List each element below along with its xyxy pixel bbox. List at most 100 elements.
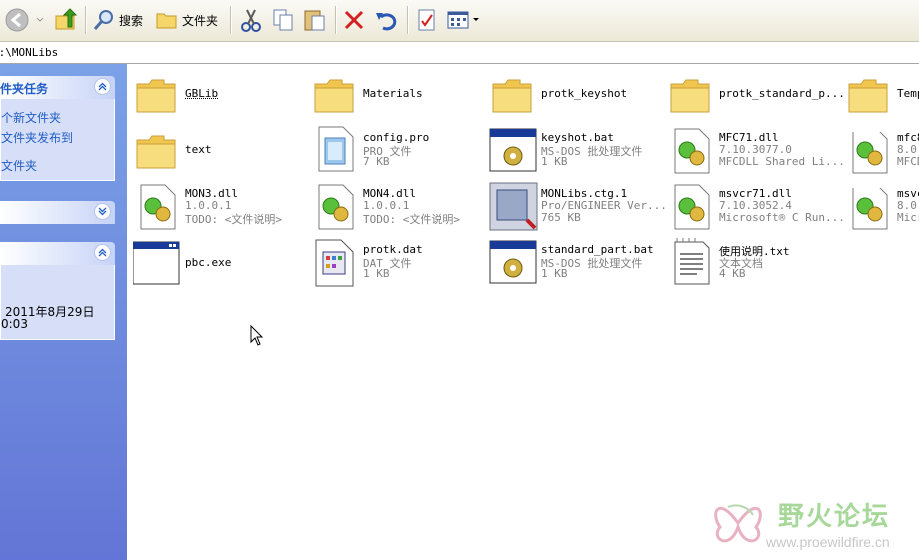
other-places-header[interactable]	[0, 201, 115, 224]
task-new-folder[interactable]: 个新文件夹	[1, 109, 61, 126]
batch-file-icon	[489, 240, 537, 284]
folder-icon	[314, 79, 354, 113]
watermark-url: www.proewildfire.cn	[766, 534, 890, 550]
search-button[interactable]: 搜索	[92, 4, 143, 36]
delete-button[interactable]	[342, 4, 366, 36]
dat-file-icon	[315, 239, 354, 287]
details-body: 2011年8月29日 0:03	[0, 265, 115, 340]
search-label: 搜索	[119, 13, 144, 28]
file-name: text	[185, 143, 212, 156]
up-folder-button[interactable]	[53, 4, 79, 36]
folder-up-icon	[55, 8, 78, 30]
batch-file-icon	[489, 128, 537, 172]
file-name: protk_keyshot	[541, 87, 628, 100]
dll-file-icon	[852, 188, 888, 230]
file-item[interactable]: config.pro PRO 文件 7 KB	[311, 126, 489, 182]
undo-button[interactable]	[373, 4, 399, 36]
toolbar-separator	[85, 6, 87, 34]
file-item[interactable]: MFC71.dll 7.10.3077.0 MFCDLL Shared Li..…	[667, 128, 845, 182]
file-item[interactable]: msvc 8.0. Micr	[845, 188, 919, 238]
details-header[interactable]	[0, 242, 115, 265]
folder-item[interactable]: Temp	[845, 70, 919, 120]
paste-icon	[304, 10, 325, 31]
views-grid-icon	[447, 11, 469, 29]
folder-icon	[492, 79, 532, 113]
folder-item[interactable]: protk_keyshot	[489, 70, 667, 120]
file-size: 1 KB	[541, 155, 568, 168]
file-item[interactable]: msvcr71.dll 7.10.3052.4 Microsoft® C Run…	[667, 184, 845, 238]
toolbar-separator	[230, 6, 232, 34]
proe-catalog-file-icon	[489, 182, 538, 231]
config-file-icon	[318, 126, 354, 172]
mouse-cursor-icon	[250, 325, 264, 346]
dll-file-icon	[318, 184, 354, 230]
chevron-down-icon	[36, 17, 44, 22]
file-item[interactable]: MON4.dll 1.0.0.1 TODO: <文件说明>	[311, 184, 489, 238]
toolbar-separator	[335, 6, 337, 34]
task-pane: 件夹任务 个新文件夹 文件夹发布到 文件夹 2011年8月29日 0:03	[0, 64, 127, 560]
file-description: TODO: <文件说明>	[185, 213, 282, 226]
task-publish-folder[interactable]: 文件夹发布到	[1, 129, 73, 146]
file-item[interactable]: 使用说明.txt 文本文档 4 KB	[667, 238, 845, 294]
back-arrow-icon	[5, 8, 29, 32]
expand-chevron-icon[interactable]	[94, 203, 111, 220]
file-size: 1 KB	[363, 267, 390, 280]
folder-item[interactable]: protk_standard_p...	[667, 70, 845, 120]
file-item[interactable]: mfc8 8.0. MFCD	[845, 132, 919, 182]
file-item[interactable]: standard_part.bat MS-DOS 批处理文件 1 KB	[489, 240, 667, 294]
copy-icon	[273, 9, 293, 31]
file-name: Materials	[363, 87, 423, 100]
file-size: 4 KB	[719, 267, 746, 280]
back-button[interactable]	[4, 4, 44, 36]
file-item[interactable]: pbc.exe	[133, 240, 311, 290]
folders-icon	[156, 13, 177, 29]
collapse-chevron-icon[interactable]	[94, 244, 111, 261]
file-name: Temp	[897, 87, 919, 100]
file-item[interactable]: keyshot.bat MS-DOS 批处理文件 1 KB	[489, 128, 667, 182]
file-name: protk_standard_p...	[719, 87, 845, 100]
file-item[interactable]: MON3.dll 1.0.0.1 TODO: <文件说明>	[133, 184, 311, 238]
properties-button[interactable]	[415, 4, 439, 36]
chevron-down-icon	[473, 18, 479, 21]
folder-tasks-body: 个新文件夹 文件夹发布到 文件夹	[0, 99, 115, 181]
dll-file-icon	[674, 184, 710, 230]
file-description: Micr	[897, 211, 919, 224]
file-item[interactable]: protk.dat DAT 文件 1 KB	[311, 239, 489, 294]
folder-tasks-header[interactable]: 件夹任务	[0, 76, 115, 99]
address-bar[interactable]: C:\MONLibs	[0, 42, 919, 64]
watermark: 野火论坛 www.proewildfire.cn	[708, 493, 919, 553]
file-name: GBLib	[185, 87, 219, 100]
file-item[interactable]: MONLibs.ctg.1 Pro/ENGINEER Ver... 765 KB	[489, 182, 667, 238]
folders-label: 文件夹	[182, 13, 219, 28]
delete-x-icon	[344, 10, 364, 30]
file-size: 7 KB	[363, 155, 390, 168]
toolbar-separator	[407, 6, 409, 34]
search-icon	[93, 10, 113, 30]
address-path: C:\MONLibs	[0, 46, 59, 59]
cut-button[interactable]	[238, 4, 264, 36]
file-size: 765 KB	[541, 211, 581, 224]
file-size: 1 KB	[541, 267, 568, 280]
toolbar: 搜索 文件夹	[0, 0, 919, 42]
properties-icon	[418, 9, 435, 31]
butterfly-logo-icon	[714, 504, 762, 543]
paste-button[interactable]	[302, 4, 328, 36]
dll-file-icon	[674, 128, 710, 174]
dll-file-icon	[852, 132, 888, 174]
views-button[interactable]	[446, 4, 480, 36]
folder-item[interactable]: GBLib	[133, 70, 311, 120]
folders-button[interactable]: 文件夹	[155, 4, 218, 36]
file-description: TODO: <文件说明>	[363, 213, 460, 226]
text-file-icon	[674, 238, 710, 285]
folder-item[interactable]: text	[133, 126, 311, 176]
collapse-chevron-icon[interactable]	[94, 78, 111, 95]
undo-icon	[376, 13, 397, 31]
exe-window-icon	[133, 241, 180, 285]
file-description: MFCDLL Shared Li...	[719, 155, 845, 168]
dll-file-icon	[140, 184, 176, 230]
task-share-folder[interactable]: 文件夹	[1, 157, 37, 174]
folder-item[interactable]: Materials	[311, 70, 489, 120]
copy-button[interactable]	[270, 4, 296, 36]
folder-icon	[136, 135, 176, 169]
watermark-title: 野火论坛	[778, 502, 891, 532]
